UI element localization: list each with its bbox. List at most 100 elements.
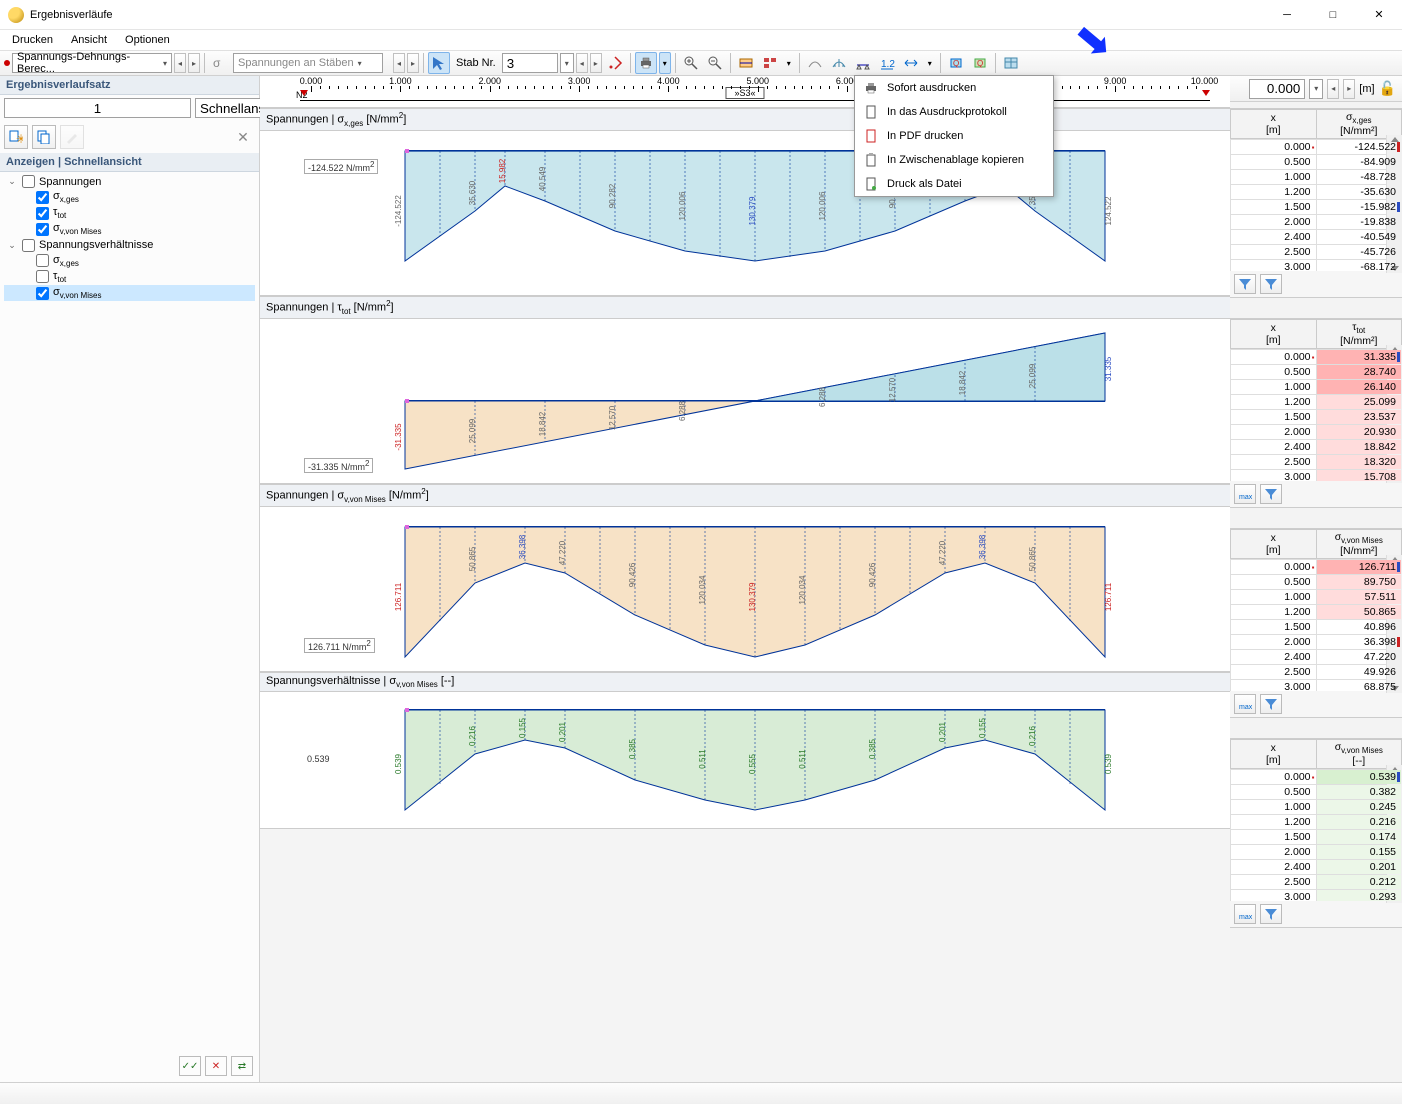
table-row[interactable]: 3.000-68.172 [1231, 260, 1402, 272]
table-row[interactable]: 1.20025.099 [1231, 395, 1402, 410]
table-row[interactable]: 2.000-19.838 [1231, 215, 1402, 230]
table-row[interactable]: 1.00057.511 [1231, 590, 1402, 605]
position-dropdown[interactable]: ▾ [1309, 79, 1323, 99]
tree-group-stresses[interactable]: ⌄Spannungen [4, 174, 255, 189]
result-combo[interactable]: Spannungen an Stäben▾ [233, 53, 383, 73]
zoom-out-button[interactable] [704, 52, 726, 74]
window-minimize-button[interactable]: ─ [1264, 0, 1310, 30]
table-toggle-button[interactable] [1000, 52, 1022, 74]
dimension-button[interactable] [900, 52, 922, 74]
stresses-checkbox[interactable] [22, 175, 35, 188]
table-row[interactable]: 2.50049.926 [1231, 665, 1402, 680]
print-to-pdf-item[interactable]: In PDF drucken [855, 124, 1053, 148]
copy-set-button[interactable] [32, 125, 56, 149]
print-split-button[interactable] [635, 52, 657, 74]
tree-item-ratio-xges[interactable]: σx,ges [4, 253, 255, 269]
table-1-filter[interactable] [1260, 274, 1282, 294]
new-set-button[interactable]: ✳ [4, 125, 28, 149]
next-2-button[interactable]: ▸ [407, 53, 419, 73]
stab-prev-button[interactable]: ◂ [576, 53, 588, 73]
cursor-mode-button[interactable] [428, 52, 450, 74]
table-row[interactable]: 2.40018.842 [1231, 440, 1402, 455]
table-row[interactable]: 1.20050.865 [1231, 605, 1402, 620]
table-row[interactable]: 1.00026.140 [1231, 380, 1402, 395]
smooth-button[interactable] [804, 52, 826, 74]
table-4[interactable]: 0.000▪0.5390.5000.3821.0000.2451.2000.21… [1230, 769, 1402, 901]
table-row[interactable]: 3.00068.875 [1231, 680, 1402, 692]
prev-1-button[interactable]: ◂ [174, 53, 186, 73]
table-row[interactable]: 0.000▪0.539 [1231, 770, 1402, 785]
ratio-vm-checkbox[interactable] [36, 287, 49, 300]
table-row[interactable]: 1.0000.245 [1231, 800, 1402, 815]
window-maximize-button[interactable]: □ [1310, 0, 1356, 30]
window-close-button[interactable]: ✕ [1356, 0, 1402, 30]
menu-print[interactable]: Drucken [4, 32, 61, 48]
table-2-max-filter[interactable]: max [1234, 484, 1256, 504]
table-3-max-filter[interactable]: max [1234, 694, 1256, 714]
table-4-max-filter[interactable]: max [1234, 904, 1256, 924]
copy-clipboard-item[interactable]: In Zwischenablage kopieren [855, 148, 1053, 172]
ratio-ttot-checkbox[interactable] [36, 270, 49, 283]
table-row[interactable]: 1.000-48.728 [1231, 170, 1402, 185]
table-row[interactable]: 2.00020.930 [1231, 425, 1402, 440]
table-row[interactable]: 0.5000.382 [1231, 785, 1402, 800]
ratios-checkbox[interactable] [22, 239, 35, 252]
table-row[interactable]: 3.0000.293 [1231, 890, 1402, 902]
calc-type-combo[interactable]: Spannungs-Dehnungs-Berec...▾ [12, 53, 172, 73]
table-row[interactable]: 0.500-84.909 [1231, 155, 1402, 170]
table-row[interactable]: 3.00015.708 [1231, 470, 1402, 482]
table-row[interactable]: 0.000▪31.335 [1231, 350, 1402, 365]
view-toggle-2[interactable] [759, 52, 781, 74]
stab-number-input[interactable] [502, 53, 558, 73]
prev-2-button[interactable]: ◂ [393, 53, 405, 73]
extrema-button[interactable]: 1.2 [876, 52, 898, 74]
dimension-dd[interactable]: ▾ [924, 52, 936, 74]
set-index-input[interactable] [4, 98, 191, 118]
table-row[interactable]: 2.500-45.726 [1231, 245, 1402, 260]
print-to-report-item[interactable]: In das Ausdruckprotokoll [855, 100, 1053, 124]
next-1-button[interactable]: ▸ [188, 53, 200, 73]
pick-member-button[interactable] [604, 52, 626, 74]
table-row[interactable]: 0.50028.740 [1231, 365, 1402, 380]
chart-1-body[interactable]: -124.522 35.630 15.982 40.549 90.282 120… [260, 131, 1230, 295]
table-2-filter[interactable] [1260, 484, 1282, 504]
menu-options[interactable]: Optionen [117, 32, 178, 48]
table-row[interactable]: 2.00036.398 [1231, 635, 1402, 650]
chart-4-body[interactable]: 0.539 0.216 0.155 0.201 0.385 0.511 0.55… [260, 692, 1230, 828]
tree-item-ttot[interactable]: τtot [4, 205, 255, 221]
table-1[interactable]: 0.000▪-124.5220.500-84.9091.000-48.7281.… [1230, 139, 1402, 271]
table-row[interactable]: 1.500-15.982 [1231, 200, 1402, 215]
position-next[interactable]: ▸ [1343, 79, 1355, 99]
position-prev[interactable]: ◂ [1327, 79, 1339, 99]
table-row[interactable]: 2.5000.212 [1231, 875, 1402, 890]
ttot-checkbox[interactable] [36, 207, 49, 220]
position-input[interactable] [1249, 79, 1305, 99]
chart-2-body[interactable]: -31.335 25.099 18.842 12.570 6.288 6.288… [260, 319, 1230, 483]
stab-dropdown[interactable]: ▾ [560, 53, 574, 73]
member-view-1[interactable]: Q [945, 52, 967, 74]
table-2[interactable]: 0.000▪31.3350.50028.7401.00026.1401.2002… [1230, 349, 1402, 481]
table-row[interactable]: 1.50023.537 [1231, 410, 1402, 425]
stab-next-button[interactable]: ▸ [590, 53, 602, 73]
print-dropdown-button[interactable]: ▾ [659, 52, 671, 74]
toggle-button[interactable]: ⇄ [231, 1056, 253, 1076]
chart-3-body[interactable]: 126.711 50.865 36.398 47.220 90.426 120.… [260, 507, 1230, 671]
table-row[interactable]: 0.000▪-124.522 [1231, 140, 1402, 155]
table-row[interactable]: 1.200-35.630 [1231, 185, 1402, 200]
check-all-button[interactable]: ✓✓ [179, 1056, 201, 1076]
sigma-xges-checkbox[interactable] [36, 191, 49, 204]
table-row[interactable]: 2.50018.320 [1231, 455, 1402, 470]
tree-item-ratio-vm[interactable]: σv,von Mises [4, 285, 255, 301]
print-to-file-item[interactable]: Druck als Datei [855, 172, 1053, 196]
hatch-button[interactable] [828, 52, 850, 74]
supports-button[interactable] [852, 52, 874, 74]
table-row[interactable]: 1.50040.896 [1231, 620, 1402, 635]
table-row[interactable]: 2.0000.155 [1231, 845, 1402, 860]
print-now-item[interactable]: Sofort ausdrucken [855, 76, 1053, 100]
tree-item-sigma-xges[interactable]: σx,ges [4, 189, 255, 205]
table-row[interactable]: 2.40047.220 [1231, 650, 1402, 665]
view-toggle-1[interactable] [735, 52, 757, 74]
lock-icon[interactable]: 🔓 [1379, 80, 1396, 97]
table-row[interactable]: 1.5000.174 [1231, 830, 1402, 845]
ratio-xges-checkbox[interactable] [36, 254, 49, 267]
